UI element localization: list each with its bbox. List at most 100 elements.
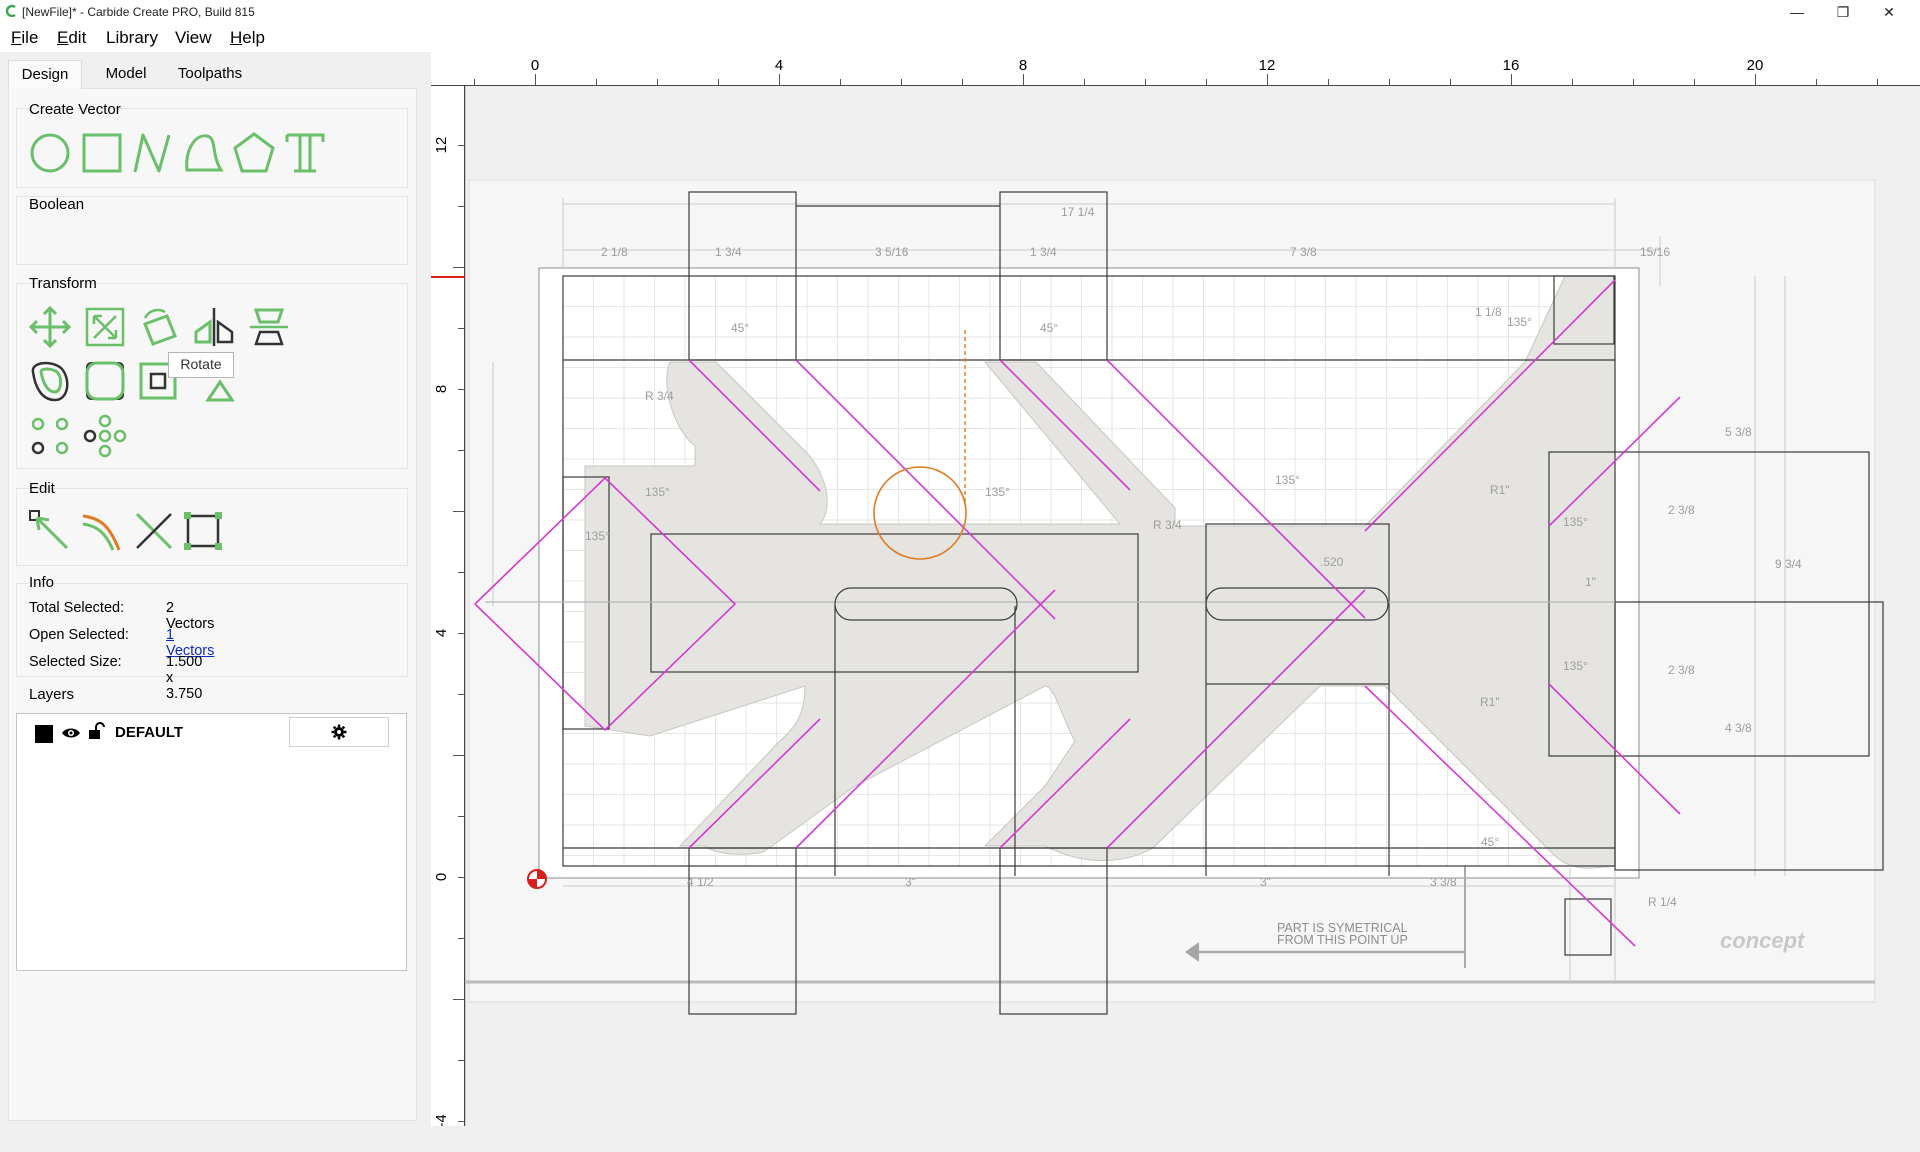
ruler-position-marker (431, 276, 465, 278)
move-tool[interactable] (27, 304, 73, 350)
angle-text: 135° (645, 485, 670, 499)
open-selected-label: Open Selected: (29, 627, 129, 643)
trim-icon (82, 514, 121, 551)
join-tool[interactable] (180, 508, 226, 554)
horizontal-ruler-svg: 0 4 8 12 16 20 (431, 57, 1920, 86)
grid-array-tool[interactable] (27, 413, 73, 459)
flip-tool[interactable] (246, 304, 292, 350)
node-edit-tool[interactable] (27, 508, 73, 554)
dim-text: 9 3/4 (1775, 557, 1802, 571)
maximize-button[interactable]: ❐ (1820, 0, 1866, 24)
design-canvas[interactable]: 17 1/4 2 1/8 1 3/4 3 5/16 1 3/4 7 3/8 15… (465, 86, 1920, 1126)
create-vector-title: Create Vector (29, 101, 121, 118)
open-selected-row: Open Selected: 1 Vectors (29, 627, 214, 659)
trim-tool[interactable] (79, 508, 125, 554)
dim-text: .520 (1320, 555, 1344, 569)
vertical-ruler: 12 8 4 0 -4 (431, 86, 465, 1128)
scale-icon (85, 307, 125, 347)
mirror-tool[interactable] (190, 304, 236, 350)
ruler-h-label: 0 (531, 57, 539, 74)
dim-text: 2 3/8 (1668, 503, 1695, 517)
menu-edit-key: E (57, 28, 69, 47)
menu-file-label: ile (21, 28, 39, 47)
dim-text: 17 1/4 (1061, 205, 1095, 219)
layer-settings-button[interactable] (289, 717, 389, 747)
offset-icon (31, 361, 69, 402)
minimize-button[interactable]: — (1774, 0, 1820, 24)
selected-size-label: Selected Size: (29, 654, 122, 670)
boolean-title: Boolean (29, 196, 85, 213)
symmetry-note: FROM THIS POINT UP (1277, 933, 1408, 947)
ruler-v-label: 8 (433, 385, 450, 393)
angle-text: 135° (585, 529, 610, 543)
dim-text: R1" (1490, 483, 1510, 497)
dim-text: 7 3/8 (1290, 245, 1317, 259)
ruler-v-label: 4 (433, 629, 450, 637)
angle-text: 135° (985, 485, 1010, 499)
scale-tool[interactable] (82, 304, 128, 350)
rotate-tool[interactable] (137, 304, 183, 350)
angle-text: 45° (1040, 321, 1058, 335)
angle-text: 135° (1563, 659, 1588, 673)
dim-text: R 3/4 (645, 389, 674, 403)
dim-text: 3 5/16 (875, 245, 909, 259)
layer-row[interactable]: DEFAULT (17, 714, 406, 754)
fillet-tool[interactable] (82, 358, 128, 404)
node-edit-icon (29, 510, 69, 550)
circle-tool[interactable] (27, 130, 73, 176)
rounded-corner-icon (85, 361, 125, 401)
menu-library[interactable]: Library (106, 28, 158, 48)
rectangle-tool[interactable] (79, 130, 125, 176)
total-selected-label: Total Selected: (29, 600, 125, 616)
grid-circles-icon (31, 417, 69, 455)
unlock-icon[interactable] (87, 722, 105, 740)
layer-color-swatch[interactable] (35, 725, 53, 743)
menu-help-key: H (230, 28, 243, 47)
vertical-ruler-svg: 12 8 4 0 -4 (431, 86, 465, 1128)
dim-text: 1 3/4 (715, 245, 742, 259)
curve-tool[interactable] (181, 130, 227, 176)
text-tool[interactable] (282, 130, 328, 176)
dim-text: 2 1/8 (601, 245, 628, 259)
dim-text: 1" (1585, 575, 1596, 589)
menu-file[interactable]: File (11, 28, 38, 48)
tab-toolpaths[interactable]: Toolpaths (168, 60, 252, 88)
concept-logo: concept (1720, 928, 1806, 953)
offset-tool[interactable] (27, 358, 73, 404)
selected-size-row: Selected Size: 1.500 x 3.750 (29, 654, 202, 702)
flip-icon (250, 308, 288, 346)
menu-bar: File Edit Library View Help (0, 24, 1920, 52)
cross-cut-icon (135, 512, 173, 550)
canvas-left-edge (465, 86, 466, 1126)
layer-name: DEFAULT (115, 724, 184, 741)
rectangle-icon (82, 133, 122, 173)
menu-edit[interactable]: Edit (57, 28, 86, 48)
dim-text: 4 3/8 (1725, 721, 1752, 735)
layers-title: Layers (29, 686, 75, 703)
curve-icon (185, 134, 224, 172)
dim-text: 3" (1260, 875, 1271, 889)
dim-text: 1 3/4 (1030, 245, 1057, 259)
dim-text: 2 3/8 (1668, 663, 1695, 677)
circle-icon (30, 133, 70, 173)
ruler-v-label: 0 (433, 873, 450, 881)
angle-text: 45° (1481, 835, 1499, 849)
menu-view[interactable]: View (175, 28, 212, 48)
cut-tool[interactable] (131, 508, 177, 554)
circular-array-tool[interactable] (82, 413, 128, 459)
polygon-tool[interactable] (231, 130, 277, 176)
circular-circles-icon (83, 414, 127, 458)
eye-icon[interactable] (61, 726, 81, 740)
selected-size-value: 1.500 x 3.750 (166, 654, 203, 702)
tab-design[interactable]: Design (8, 60, 82, 89)
angle-text: 45° (731, 321, 749, 335)
tab-model[interactable]: Model (92, 60, 160, 88)
dim-text: 5 3/8 (1725, 425, 1752, 439)
menu-library-label: Library (106, 28, 158, 47)
menu-help[interactable]: Help (230, 28, 265, 48)
info-title: Info (29, 574, 55, 591)
ruler-v-label: -4 (433, 1114, 450, 1126)
polyline-tool[interactable] (129, 130, 175, 176)
close-button[interactable]: ✕ (1866, 0, 1912, 24)
origin-marker-icon (527, 869, 547, 889)
